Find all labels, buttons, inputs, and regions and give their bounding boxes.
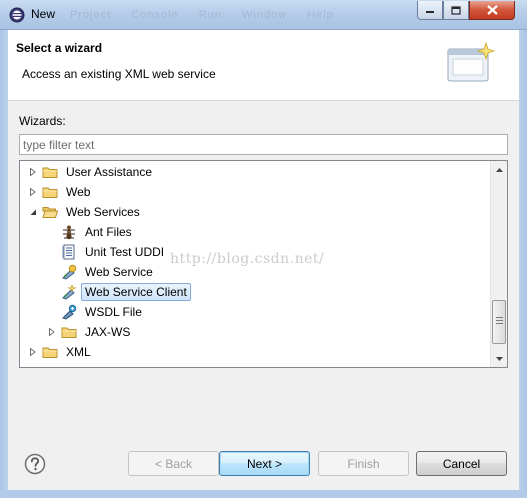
expand-arrow-icon[interactable] bbox=[28, 188, 37, 197]
scrollbar-thumb[interactable] bbox=[492, 300, 506, 344]
scroll-down-button[interactable] bbox=[491, 350, 507, 367]
tree-item-wsdl-file[interactable]: WSDL File bbox=[61, 302, 146, 322]
wizard-title: Select a wizard bbox=[16, 41, 103, 55]
folder-icon bbox=[42, 167, 58, 178]
tree-item-label: WSDL File bbox=[85, 305, 142, 319]
tree-item-label: Web Service Client bbox=[81, 283, 191, 301]
minimize-button[interactable] bbox=[417, 1, 443, 20]
tree-item-label: Web Service bbox=[85, 265, 153, 279]
close-icon bbox=[486, 5, 498, 15]
window-frame-right bbox=[519, 30, 527, 498]
collapse-arrow-icon[interactable] bbox=[28, 208, 37, 217]
ghost-menu-item: Window bbox=[241, 9, 288, 21]
tree-item-xml[interactable]: XML bbox=[28, 342, 95, 362]
tree-item-label: Web Services bbox=[66, 205, 140, 219]
web-service-client-icon bbox=[62, 284, 77, 300]
title-bar[interactable]: New Project Console Run Window Help bbox=[0, 0, 527, 30]
maximize-icon bbox=[451, 5, 461, 15]
tree-item-label: User Assistance bbox=[66, 165, 153, 179]
folder-icon bbox=[42, 347, 58, 358]
folder-icon bbox=[42, 187, 58, 198]
tree-item-label: Web bbox=[66, 185, 91, 199]
tree-item-jax-ws[interactable]: JAX-WS bbox=[47, 322, 134, 342]
tree-item-user-assistance[interactable]: User Assistance bbox=[28, 162, 156, 182]
tree-vertical-scrollbar[interactable] bbox=[490, 161, 507, 367]
tree-item-ant-files[interactable]: Ant Files bbox=[61, 222, 136, 242]
window-frame-bottom bbox=[0, 490, 527, 498]
wizard-content: Wizards: User Assistance Web Web Service… bbox=[8, 100, 519, 435]
tree-item-web-services[interactable]: Web Services bbox=[28, 202, 144, 222]
ghost-menu-bar: Project Console Run Window Help bbox=[70, 9, 350, 21]
wizard-description: Access an existing XML web service bbox=[22, 67, 216, 81]
tree-item-label: XML bbox=[66, 345, 91, 359]
tree-item-web[interactable]: Web bbox=[28, 182, 94, 202]
maximize-button[interactable] bbox=[443, 1, 469, 20]
expand-arrow-icon[interactable] bbox=[28, 168, 37, 177]
help-icon[interactable] bbox=[24, 453, 46, 475]
expand-arrow-icon[interactable] bbox=[47, 328, 56, 337]
tree-item-label: Ant Files bbox=[85, 225, 132, 239]
close-button[interactable] bbox=[469, 1, 515, 20]
back-button[interactable]: < Back bbox=[128, 451, 219, 476]
uddi-file-icon bbox=[62, 244, 75, 260]
wizards-label: Wizards: bbox=[19, 114, 66, 128]
wizard-header: Select a wizard Access an existing XML w… bbox=[8, 30, 519, 100]
wsdl-file-icon bbox=[62, 304, 77, 320]
folder-icon bbox=[61, 327, 77, 338]
scroll-up-button[interactable] bbox=[491, 161, 507, 178]
tree-item-label: Unit Test UDDI bbox=[85, 245, 165, 259]
window-frame-left bbox=[0, 30, 8, 498]
scroll-down-icon bbox=[495, 356, 503, 361]
ghost-menu-item: Console bbox=[131, 9, 179, 21]
folder-open-icon bbox=[42, 207, 58, 218]
ant-icon bbox=[63, 225, 75, 240]
new-wizard-banner-icon bbox=[447, 41, 496, 82]
scroll-up-icon bbox=[495, 167, 503, 172]
wizard-button-bar: < Back Next > Finish Cancel bbox=[8, 435, 519, 490]
window-title: New bbox=[31, 7, 56, 21]
web-service-icon bbox=[62, 264, 77, 280]
minimize-icon bbox=[426, 11, 434, 13]
ghost-menu-item: Run bbox=[198, 9, 222, 21]
filter-input[interactable] bbox=[19, 134, 508, 155]
cancel-button[interactable]: Cancel bbox=[416, 451, 507, 476]
eclipse-app-icon bbox=[9, 7, 25, 23]
finish-button[interactable]: Finish bbox=[318, 451, 409, 476]
watermark-text: http://blog.csdn.net/ bbox=[170, 251, 325, 267]
tree-item-unit-test-uddi[interactable]: Unit Test UDDI bbox=[61, 242, 168, 262]
ghost-menu-item: Help bbox=[307, 9, 334, 21]
expand-arrow-icon[interactable] bbox=[28, 348, 37, 357]
next-button[interactable]: Next > bbox=[219, 451, 310, 476]
tree-item-web-service-client[interactable]: Web Service Client bbox=[61, 282, 191, 302]
tree-item-label: JAX-WS bbox=[85, 325, 131, 339]
ghost-menu-item: Project bbox=[70, 9, 112, 21]
tree-item-web-service[interactable]: Web Service bbox=[61, 262, 157, 282]
